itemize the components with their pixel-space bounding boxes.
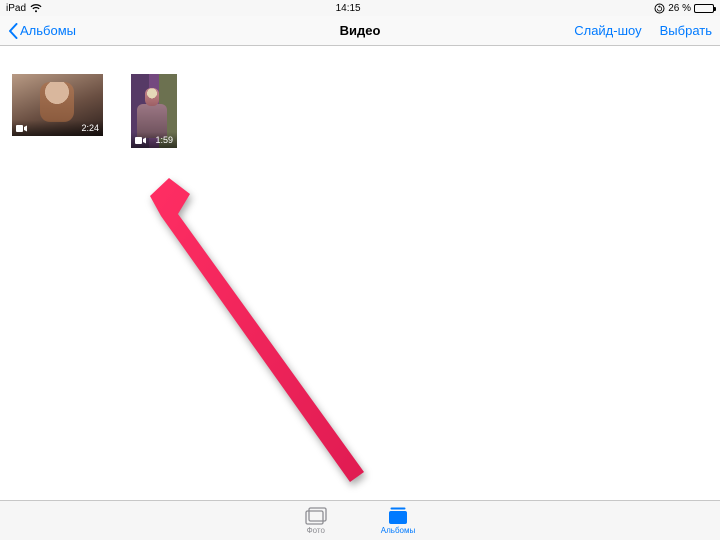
status-bar: iPad 14:15 26 %: [0, 0, 720, 16]
album-content: 2:24 1:59: [0, 46, 720, 500]
tab-albums[interactable]: Альбомы: [381, 507, 415, 535]
photos-icon: [305, 507, 327, 525]
tab-label: Фото: [307, 526, 325, 535]
video-overlay: 1:59: [131, 132, 177, 148]
video-item[interactable]: 2:24: [12, 74, 103, 136]
battery-icon: [694, 4, 714, 13]
video-camera-icon: [16, 125, 27, 132]
battery-percent: 26 %: [668, 3, 691, 14]
wifi-icon: [30, 4, 42, 13]
status-right: 26 %: [654, 3, 714, 14]
slideshow-button[interactable]: Слайд-шоу: [574, 23, 641, 38]
video-duration: 2:24: [81, 123, 99, 133]
tab-photos[interactable]: Фото: [305, 507, 327, 535]
annotation-arrow: [150, 178, 370, 488]
nav-bar: Альбомы Видео Слайд-шоу Выбрать: [0, 16, 720, 46]
video-duration: 1:59: [155, 135, 173, 145]
chevron-left-icon: [8, 23, 18, 39]
page-title: Видео: [340, 23, 381, 38]
video-item[interactable]: 1:59: [131, 74, 177, 148]
rotation-lock-icon: [654, 3, 665, 14]
video-camera-icon: [135, 137, 146, 144]
status-time: 14:15: [336, 3, 361, 14]
tab-bar: Фото Альбомы: [0, 500, 720, 540]
status-left: iPad: [6, 3, 42, 14]
back-label: Альбомы: [20, 23, 76, 38]
video-grid: 2:24 1:59: [0, 46, 720, 176]
back-button[interactable]: Альбомы: [8, 23, 76, 39]
select-button[interactable]: Выбрать: [660, 23, 712, 38]
device-label: iPad: [6, 3, 26, 14]
albums-icon: [387, 507, 409, 525]
tab-label: Альбомы: [381, 526, 415, 535]
video-overlay: 2:24: [12, 120, 103, 136]
